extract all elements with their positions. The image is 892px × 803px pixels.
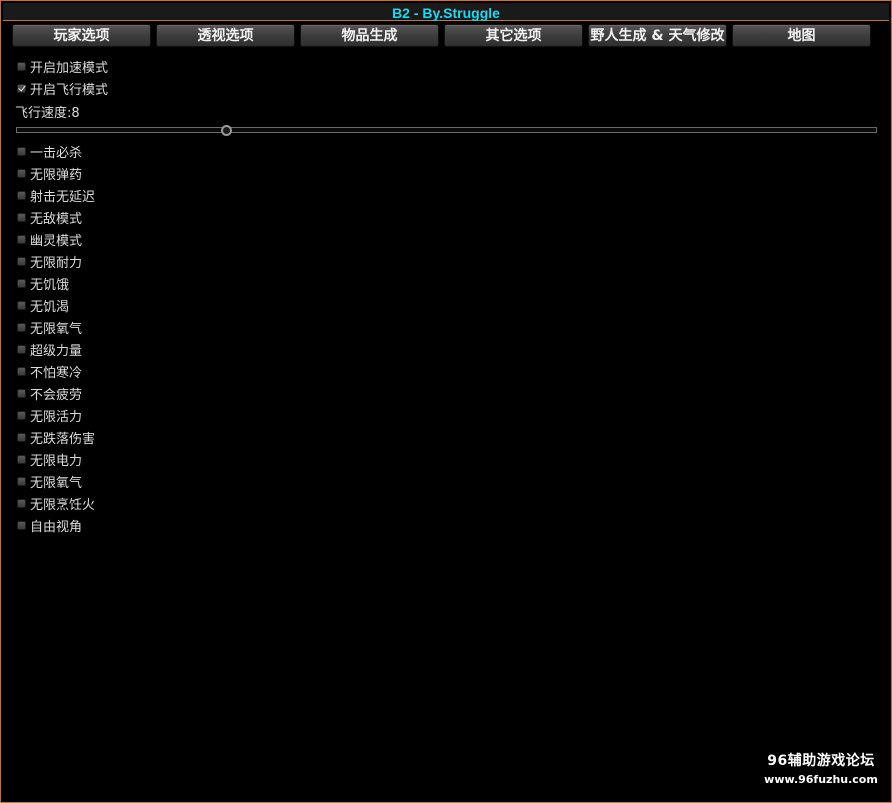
fly-mode-checkbox[interactable] xyxy=(17,83,26,93)
option-label: 不怕寒冷 xyxy=(30,365,83,381)
option-free-camera[interactable]: 自由视角 xyxy=(17,516,83,535)
option-god-mode[interactable]: 无敌模式 xyxy=(17,208,83,227)
checkbox[interactable] xyxy=(17,366,26,376)
checkbox[interactable] xyxy=(17,476,26,486)
checkbox[interactable] xyxy=(17,410,26,420)
checkbox[interactable] xyxy=(17,212,26,222)
option-label: 无饥饿 xyxy=(30,277,70,293)
cheat-menu-window: B2 - By.Struggle 玩家选项 透视选项 物品生成 其它选项 野人生… xyxy=(0,0,892,803)
tab-esp-options[interactable]: 透视选项 xyxy=(156,24,295,47)
option-label: 无饥渴 xyxy=(30,299,70,315)
option-no-hunger[interactable]: 无饥饿 xyxy=(17,274,70,293)
option-ghost-mode[interactable]: 幽灵模式 xyxy=(17,230,83,249)
tab-player-options[interactable]: 玩家选项 xyxy=(12,24,151,47)
option-label: 不会疲劳 xyxy=(30,387,83,403)
option-label: 无限活力 xyxy=(30,409,83,425)
speed-mode-checkbox[interactable] xyxy=(17,61,26,71)
option-infinite-oxygen[interactable]: 无限氧气 xyxy=(17,318,83,337)
option-infinite-power[interactable]: 无限电力 xyxy=(17,450,83,469)
option-label: 开启加速模式 xyxy=(30,60,109,76)
checkbox[interactable] xyxy=(17,498,26,508)
watermark: 96辅助游戏论坛 www.96fuzhu.com xyxy=(761,753,881,787)
option-no-fatigue[interactable]: 不会疲劳 xyxy=(17,384,83,403)
checkbox[interactable] xyxy=(17,146,26,156)
option-infinite-cooking-fire[interactable]: 无限烹饪火 xyxy=(17,494,96,513)
option-no-shot-delay[interactable]: 射击无延迟 xyxy=(17,186,96,205)
tab-item-spawn[interactable]: 物品生成 xyxy=(300,24,439,47)
option-infinite-vitality[interactable]: 无限活力 xyxy=(17,406,83,425)
option-label: 无限烹饪火 xyxy=(30,497,96,513)
checkbox[interactable] xyxy=(17,432,26,442)
option-label: 无限氧气 xyxy=(30,475,83,491)
fly-speed-slider[interactable] xyxy=(16,127,877,133)
option-label: 无限氧气 xyxy=(30,321,83,337)
checkbox[interactable] xyxy=(17,344,26,354)
option-super-strength[interactable]: 超级力量 xyxy=(17,340,83,359)
option-fly-mode[interactable]: 开启飞行模式 xyxy=(17,79,109,98)
checkbox[interactable] xyxy=(17,190,26,200)
checkbox[interactable] xyxy=(17,520,26,530)
checkbox[interactable] xyxy=(17,256,26,266)
title-bar[interactable]: B2 - By.Struggle xyxy=(3,3,889,21)
option-infinite-ammo[interactable]: 无限弹药 xyxy=(17,164,83,183)
option-label: 无跌落伤害 xyxy=(30,431,96,447)
checkbox[interactable] xyxy=(17,454,26,464)
checkbox[interactable] xyxy=(17,234,26,244)
option-label: 无限弹药 xyxy=(30,167,83,183)
checkbox[interactable] xyxy=(17,278,26,288)
checkbox[interactable] xyxy=(17,322,26,332)
checkbox[interactable] xyxy=(17,388,26,398)
window-title: B2 - By.Struggle xyxy=(392,5,500,21)
option-label: 超级力量 xyxy=(30,343,83,359)
watermark-url: www.96fuzhu.com xyxy=(764,773,878,786)
option-label: 射击无延迟 xyxy=(30,189,96,205)
fly-speed-label: 飞行速度:8 xyxy=(15,106,80,121)
option-label: 无限电力 xyxy=(30,453,83,469)
fly-speed-slider-thumb[interactable] xyxy=(221,125,232,136)
watermark-title: 96辅助游戏论坛 xyxy=(767,753,875,769)
tab-other-options[interactable]: 其它选项 xyxy=(444,24,583,47)
option-no-fall-damage[interactable]: 无跌落伤害 xyxy=(17,428,96,447)
option-no-thirst[interactable]: 无饥渴 xyxy=(17,296,70,315)
option-speed-mode[interactable]: 开启加速模式 xyxy=(17,57,109,76)
option-label: 开启飞行模式 xyxy=(30,82,109,98)
option-label: 无敌模式 xyxy=(30,211,83,227)
tab-savage-weather[interactable]: 野人生成 & 天气修改 xyxy=(588,24,727,47)
option-label: 幽灵模式 xyxy=(30,233,83,249)
option-infinite-stamina[interactable]: 无限耐力 xyxy=(17,252,83,271)
option-label: 无限耐力 xyxy=(30,255,83,271)
checkbox[interactable] xyxy=(17,300,26,310)
option-label: 一击必杀 xyxy=(30,145,83,161)
option-label: 自由视角 xyxy=(30,519,83,535)
tab-map[interactable]: 地图 xyxy=(732,24,871,47)
option-one-hit-kill[interactable]: 一击必杀 xyxy=(17,142,83,161)
option-infinite-oxygen-2[interactable]: 无限氧气 xyxy=(17,472,83,491)
option-no-cold[interactable]: 不怕寒冷 xyxy=(17,362,83,381)
checkbox[interactable] xyxy=(17,168,26,178)
